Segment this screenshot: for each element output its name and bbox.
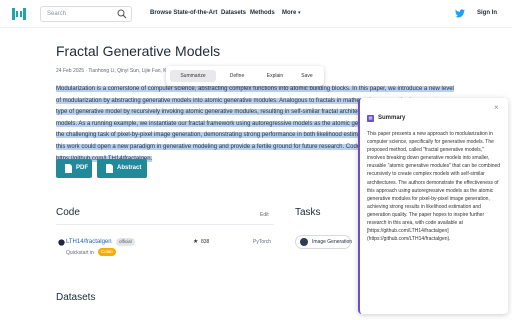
- tasks-heading: Tasks: [295, 207, 321, 218]
- task-label: Image Generation: [312, 239, 353, 245]
- document-icon: [65, 164, 72, 173]
- task-image-generation[interactable]: Image Generation: [295, 235, 353, 249]
- divider: [56, 224, 274, 225]
- code-heading: Code: [56, 207, 80, 218]
- abstract-button[interactable]: Abstract: [97, 159, 147, 178]
- top-header: Search Browse State-of-the-Art Datasets …: [0, 0, 512, 28]
- summary-text: This paper presents a new approach to mo…: [367, 131, 501, 243]
- code-edit-link[interactable]: Edit: [260, 212, 269, 218]
- stars-count: 838: [201, 239, 210, 245]
- official-badge: official: [116, 238, 135, 246]
- twitter-icon[interactable]: [455, 9, 465, 18]
- document-icon: [106, 164, 113, 173]
- quickstart-label: Quickstart in: [66, 250, 94, 256]
- github-icon: [58, 239, 65, 246]
- nav-datasets[interactable]: Datasets: [221, 10, 246, 16]
- summary-title: Summary: [378, 115, 406, 121]
- framework-label: PyTorch: [253, 239, 272, 245]
- search-icon[interactable]: [117, 9, 127, 19]
- logo-icon[interactable]: [12, 7, 26, 21]
- nav-more-label: More: [282, 10, 297, 16]
- nav-more[interactable]: More ▾: [282, 10, 301, 16]
- search-input[interactable]: Search: [40, 6, 132, 22]
- paper-title: Fractal Generative Models: [56, 43, 221, 59]
- chevron-down-icon: ▾: [298, 10, 301, 16]
- close-icon[interactable]: ×: [494, 103, 499, 112]
- sign-in-link[interactable]: Sign In: [477, 10, 497, 16]
- datasets-heading: Datasets: [56, 292, 96, 303]
- explain-button[interactable]: Explain: [258, 70, 292, 82]
- pdf-button[interactable]: PDF: [56, 159, 92, 178]
- summary-icon: [367, 115, 374, 122]
- summarize-button[interactable]: Summarize: [170, 70, 216, 82]
- search-placeholder: Search: [47, 11, 67, 17]
- abstract-button-label: Abstract: [117, 165, 142, 171]
- nav-methods[interactable]: Methods: [250, 10, 275, 16]
- nav-browse-sota[interactable]: Browse State-of-the-Art: [150, 10, 217, 16]
- pdf-button-label: PDF: [76, 165, 88, 171]
- colab-badge[interactable]: Colab: [98, 248, 116, 256]
- task-icon: [300, 238, 308, 246]
- define-button[interactable]: Define: [220, 70, 254, 82]
- star-icon: ★: [193, 239, 199, 245]
- save-button[interactable]: Save: [294, 70, 320, 82]
- repo-link[interactable]: LTH14/fractalgen: [66, 239, 112, 245]
- selection-toolbar: Summarize Define Explain Save: [166, 66, 324, 86]
